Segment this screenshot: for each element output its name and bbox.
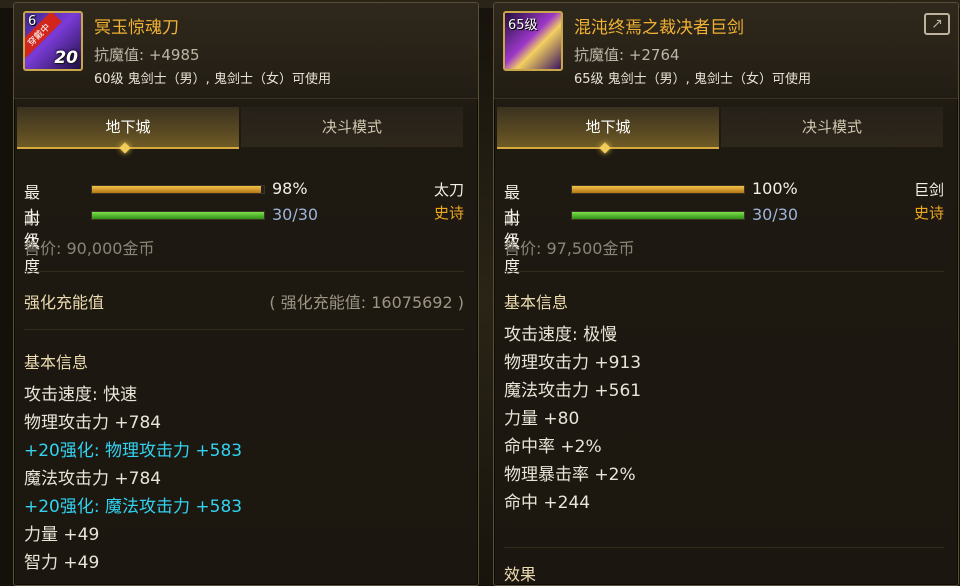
grade-bar: [571, 185, 745, 194]
effect-title: 效果: [504, 565, 537, 584]
weapon-type: 太刀: [433, 181, 464, 199]
mode-tabs: 地下城 决斗模式: [497, 107, 943, 149]
grade-bar: [91, 185, 265, 194]
durability-bar-fill: [92, 212, 264, 219]
item-name: 冥玉惊魂刀: [94, 18, 179, 38]
grade-bar-fill: [92, 186, 261, 193]
attribute-line: 物理暴击率 +2%: [504, 465, 636, 485]
icon-level: 65级: [508, 18, 538, 33]
durability-bar: [571, 211, 745, 220]
attribute-line: 力量 +49: [24, 525, 100, 545]
requirement: 65级 鬼剑士（男）, 鬼剑士（女）可使用: [574, 72, 811, 87]
item-tooltip-left: 6 穿戴中 20 冥玉惊魂刀 抗魔值: +4985 60级 鬼剑士（男）, 鬼剑…: [13, 2, 479, 586]
rarity: 史诗: [913, 204, 944, 222]
attribute-line: 智力 +49: [24, 553, 100, 573]
grade-value: 100%: [752, 179, 798, 198]
grade-bar-fill: [572, 186, 744, 193]
weapon-type: 巨剑: [913, 181, 944, 199]
basic-info-title: 基本信息: [24, 353, 89, 372]
attribute-line: +20强化: 物理攻击力 +583: [24, 441, 243, 461]
tab-pvp[interactable]: 决斗模式: [721, 107, 943, 147]
price: 售价: 90,000金币: [24, 239, 155, 258]
attribute-line: 命中率 +2%: [504, 437, 602, 457]
attribute-line: 力量 +80: [504, 409, 580, 429]
attribute-line: +20强化: 魔法攻击力 +583: [24, 497, 243, 517]
durability-value: 30/30: [752, 205, 799, 224]
item-name: 混沌终焉之裁决者巨剑: [574, 18, 744, 38]
charge-title: 强化充能值: [24, 293, 105, 312]
durability-bar: [91, 211, 265, 220]
attribute-line: 命中 +244: [504, 493, 591, 513]
durability-value: 30/30: [272, 205, 319, 224]
divider: [24, 329, 464, 330]
rarity: 史诗: [433, 204, 464, 222]
grade-value: 98%: [272, 179, 308, 198]
basic-info-title: 基本信息: [504, 293, 569, 312]
attribute-line: 攻击速度: 极慢: [504, 325, 618, 345]
tab-dungeon[interactable]: 地下城: [17, 107, 239, 149]
divider: [504, 271, 944, 272]
attribute-line: 物理攻击力 +913: [504, 353, 642, 373]
item-header: 65级 混沌终焉之裁决者巨剑 抗魔值: +2764 65级 鬼剑士（男）, 鬼剑…: [494, 3, 958, 99]
divider: [24, 271, 464, 272]
share-icon[interactable]: ↗: [924, 13, 950, 35]
item-icon[interactable]: 6 穿戴中 20: [23, 11, 83, 71]
tab-dungeon[interactable]: 地下城: [497, 107, 719, 149]
divider: [504, 547, 944, 548]
requirement: 60级 鬼剑士（男）, 鬼剑士（女）可使用: [94, 72, 331, 87]
price: 售价: 97,500金币: [504, 239, 635, 258]
attribute-line: 魔法攻击力 +784: [24, 469, 162, 489]
attribute-line: 攻击速度: 快速: [24, 385, 138, 405]
attribute-line: 魔法攻击力 +561: [504, 381, 642, 401]
item-tooltip-right: 65级 混沌终焉之裁决者巨剑 抗魔值: +2764 65级 鬼剑士（男）, 鬼剑…: [493, 2, 959, 586]
magic-resist: 抗魔值: +4985: [94, 46, 200, 64]
charge-value: ( 强化充能值: 16075692 ): [269, 293, 464, 312]
enhance-level: 20: [54, 48, 78, 68]
durability-bar-fill: [572, 212, 744, 219]
item-header: 6 穿戴中 20 冥玉惊魂刀 抗魔值: +4985 60级 鬼剑士（男）, 鬼剑…: [14, 3, 478, 99]
magic-resist: 抗魔值: +2764: [574, 46, 680, 64]
mode-tabs: 地下城 决斗模式: [17, 107, 463, 149]
attribute-line: 物理攻击力 +784: [24, 413, 162, 433]
tab-pvp[interactable]: 决斗模式: [241, 107, 463, 147]
item-icon[interactable]: 65级: [503, 11, 563, 71]
